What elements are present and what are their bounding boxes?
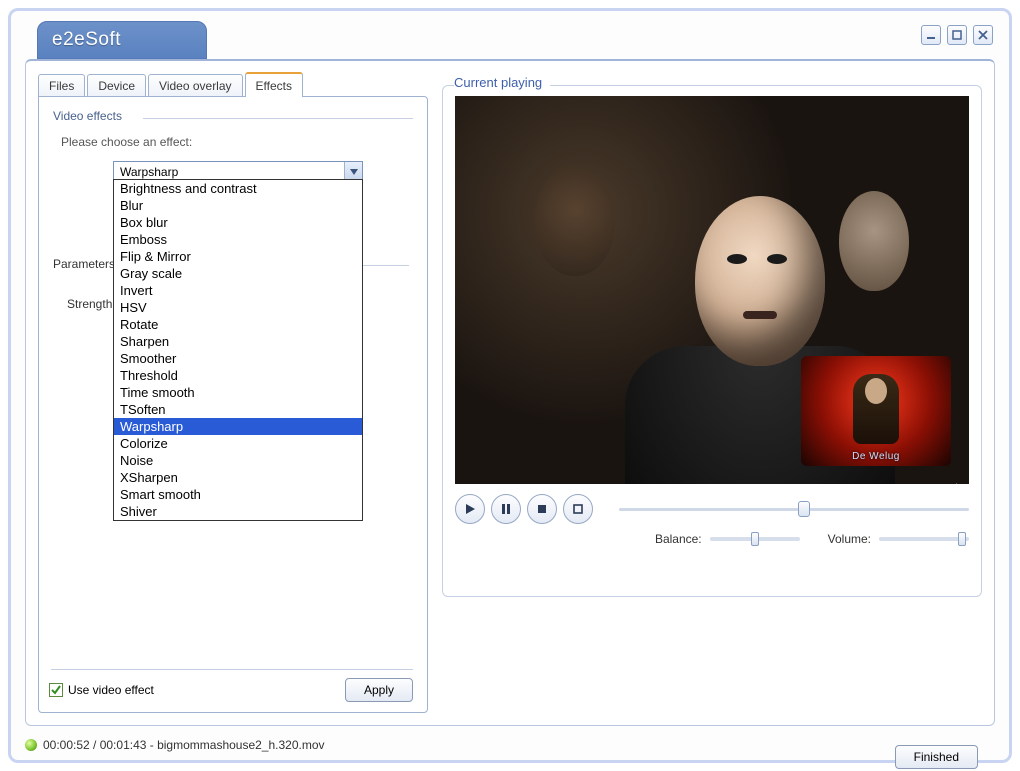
pause-button[interactable]	[491, 494, 521, 524]
effect-option[interactable]: Shiver	[114, 503, 362, 520]
effect-option[interactable]: Blur	[114, 197, 362, 214]
effect-option[interactable]: Sharpen	[114, 333, 362, 350]
effect-option[interactable]: Gray scale	[114, 265, 362, 282]
fullscreen-button[interactable]	[563, 494, 593, 524]
balance-label: Balance:	[655, 532, 702, 546]
effect-dropdown-list[interactable]: Brightness and contrastBlurBox blurEmbos…	[113, 179, 363, 521]
tab-files[interactable]: Files	[38, 74, 85, 97]
app-title: e2eSoft	[37, 21, 207, 59]
picture-in-picture: De Welug	[801, 356, 951, 466]
effect-option[interactable]: Invert	[114, 282, 362, 299]
seek-slider[interactable]	[619, 499, 969, 519]
close-button[interactable]	[973, 25, 993, 45]
pip-caption-2: Mulon W	[942, 483, 969, 484]
video-preview: De Welug Mulon W	[455, 96, 969, 484]
strength-label: Strength	[67, 297, 113, 311]
effect-option[interactable]: Threshold	[114, 367, 362, 384]
effect-option[interactable]: Box blur	[114, 214, 362, 231]
status-indicator-icon	[25, 739, 37, 751]
status-text: 00:00:52 / 00:01:43 - bigmommashouse2_h.…	[43, 738, 325, 752]
effect-prompt: Please choose an effect:	[61, 135, 413, 149]
pip-caption: De Welug	[801, 451, 951, 462]
tab-effects[interactable]: Effects	[245, 72, 303, 97]
apply-button[interactable]: Apply	[345, 678, 413, 702]
volume-label: Volume:	[828, 532, 871, 546]
tab-video-overlay[interactable]: Video overlay	[148, 74, 243, 97]
effect-option[interactable]: Noise	[114, 452, 362, 469]
maximize-button[interactable]	[947, 25, 967, 45]
player-frame: De Welug Mulon W Balance:	[442, 85, 982, 597]
effect-option[interactable]: HSV	[114, 299, 362, 316]
effect-option[interactable]: Colorize	[114, 435, 362, 452]
parameters-group-label: Parameters	[53, 257, 115, 271]
checkbox-icon	[49, 683, 63, 697]
video-effects-group-label: Video effects	[53, 109, 128, 123]
status-bar: 00:00:52 / 00:01:43 - bigmommashouse2_h.…	[25, 738, 995, 752]
effect-option[interactable]: Smoother	[114, 350, 362, 367]
volume-slider[interactable]	[879, 537, 969, 541]
current-playing-label: Current playing	[454, 75, 550, 90]
effect-option[interactable]: Time smooth	[114, 384, 362, 401]
seek-thumb[interactable]	[798, 501, 810, 517]
use-video-effect-checkbox[interactable]: Use video effect	[49, 683, 154, 697]
effect-option[interactable]: Flip & Mirror	[114, 248, 362, 265]
balance-slider[interactable]	[710, 537, 800, 541]
effect-option[interactable]: Rotate	[114, 316, 362, 333]
balance-thumb[interactable]	[751, 532, 759, 546]
volume-thumb[interactable]	[958, 532, 966, 546]
effect-option[interactable]: Smart smooth	[114, 486, 362, 503]
play-button[interactable]	[455, 494, 485, 524]
stop-button[interactable]	[527, 494, 557, 524]
effects-tab-body: Video effects Please choose an effect: W…	[38, 96, 428, 713]
effect-option[interactable]: TSoften	[114, 401, 362, 418]
minimize-button[interactable]	[921, 25, 941, 45]
effect-option[interactable]: XSharpen	[114, 469, 362, 486]
use-video-effect-label: Use video effect	[68, 683, 154, 697]
effect-option[interactable]: Brightness and contrast	[114, 180, 362, 197]
effect-option[interactable]: Emboss	[114, 231, 362, 248]
effect-option[interactable]: Warpsharp	[114, 418, 362, 435]
tab-device[interactable]: Device	[87, 74, 146, 97]
